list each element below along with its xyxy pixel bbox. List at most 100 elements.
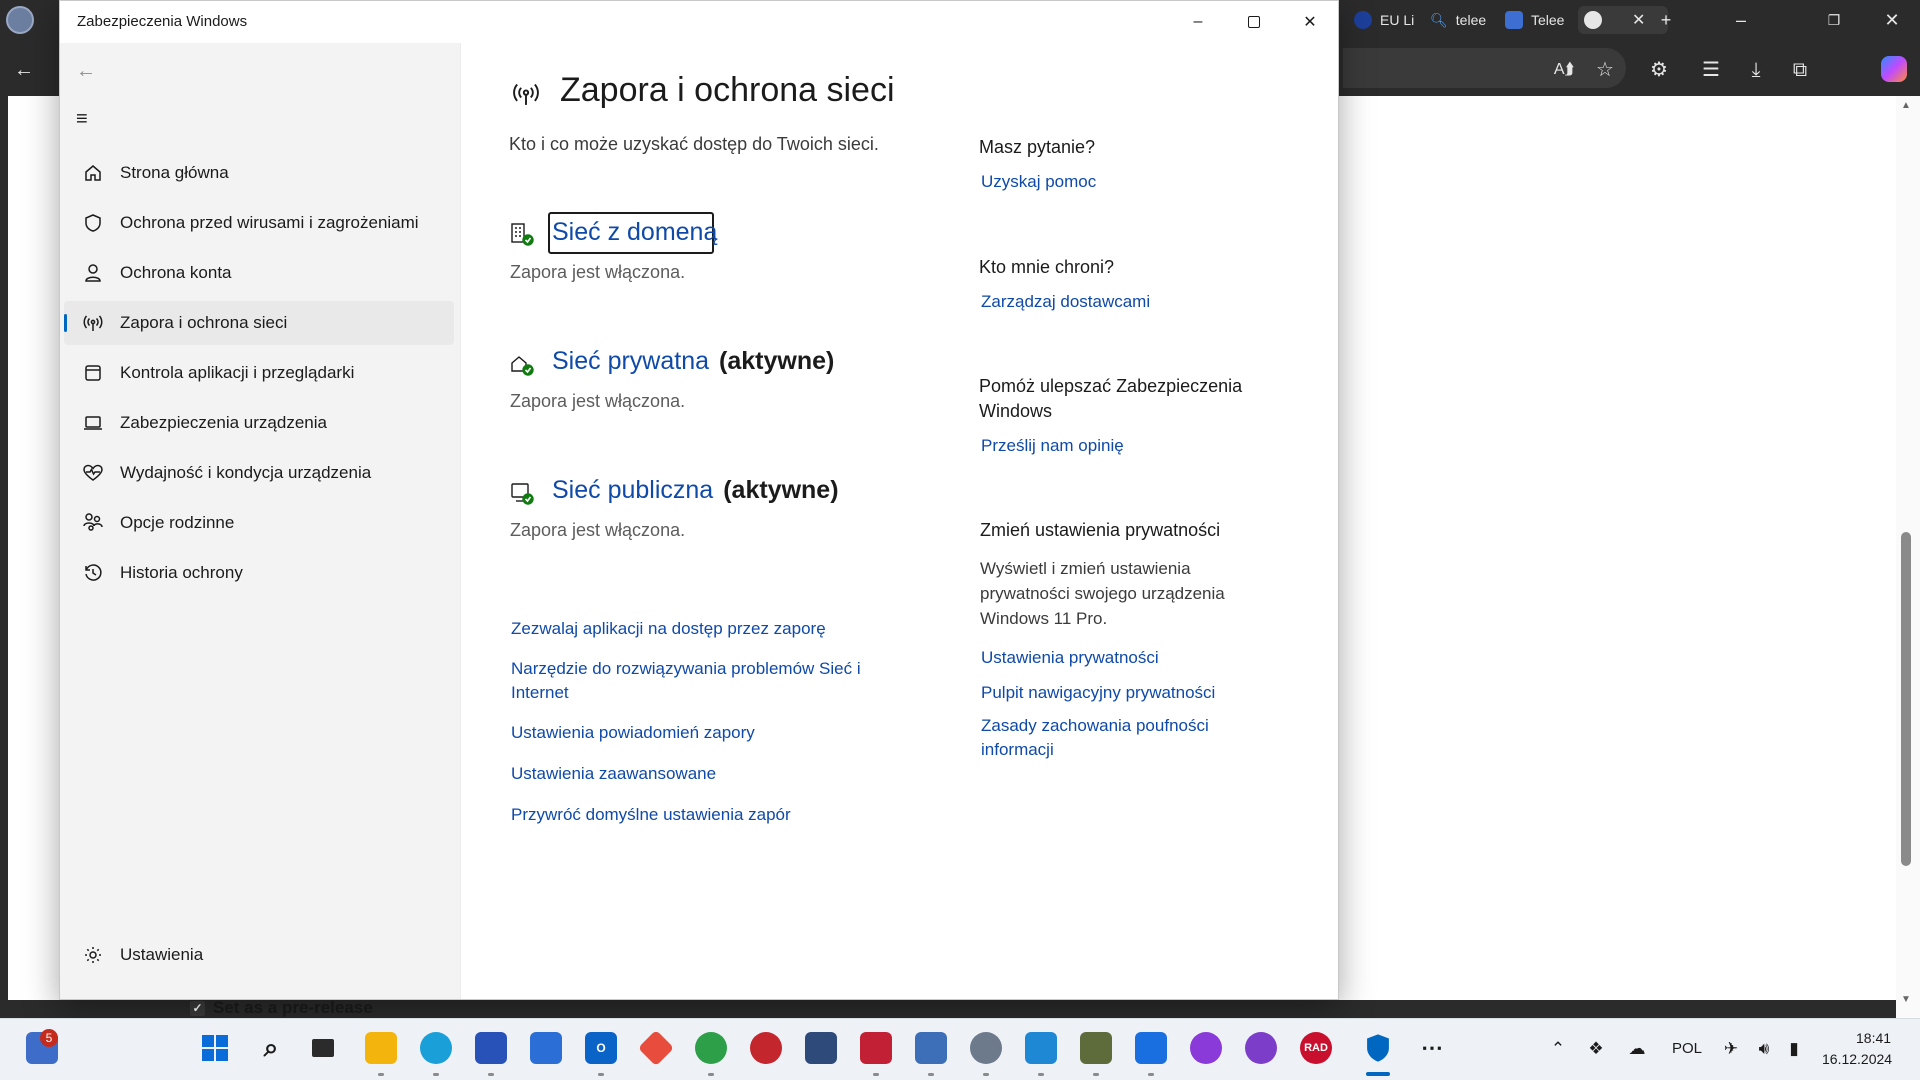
sidebar-item-settings[interactable]: Ustawienia [64, 933, 454, 977]
window-maximize-icon[interactable] [1226, 1, 1282, 43]
sidebar-item-firewall[interactable]: Zapora i ochrona sieci [64, 301, 454, 345]
domain-network-link[interactable]: Sieć z domeną [552, 218, 717, 247]
advanced-settings-link[interactable]: Ustawienia zaawansowane [511, 762, 891, 786]
clock-date[interactable]: 16.12.2024 [1822, 1051, 1892, 1067]
dropbox-tray-icon[interactable]: ❖ [1585, 1038, 1607, 1060]
github-desktop-icon[interactable] [1245, 1032, 1277, 1064]
sidebar-item-device-performance[interactable]: Wydajność i kondycja urządzenia [64, 451, 454, 495]
airplane-mode-icon[interactable]: ✈ [1720, 1038, 1742, 1060]
manage-providers-link[interactable]: Zarządzaj dostawcami [981, 290, 1150, 314]
outlook-icon[interactable]: O [585, 1032, 617, 1064]
file-explorer-icon[interactable] [365, 1032, 397, 1064]
collections-icon[interactable]: ⧉ [1786, 56, 1814, 84]
sidebar-item-protection-history[interactable]: Historia ochrony [64, 551, 454, 595]
sidebar-item-home[interactable]: Strona główna [64, 151, 454, 195]
onedrive-icon[interactable]: ☁ [1626, 1038, 1648, 1060]
antenna-icon [81, 311, 105, 335]
privacy-settings-link[interactable]: Ustawienia prywatności [981, 646, 1159, 670]
allow-app-through-firewall-link[interactable]: Zezwalaj aplikacji na dostęp przez zapor… [511, 617, 891, 641]
privacy-statement-link[interactable]: Zasady zachowania poufności informacji [981, 714, 1241, 762]
store-icon[interactable] [530, 1032, 562, 1064]
close-icon[interactable]: ✕ [1880, 8, 1904, 32]
restore-icon[interactable]: ❐ [1822, 8, 1846, 32]
language-indicator[interactable]: POL [1672, 1040, 1702, 1057]
copilot-icon[interactable] [1880, 56, 1908, 84]
extensions-icon[interactable]: ⚙ [1645, 56, 1673, 84]
edge-icon[interactable] [420, 1032, 452, 1064]
improve-heading: Pomóż ulepszać Zabezpieczenia Windows [979, 376, 1243, 421]
prerelease-checkbox[interactable]: ✓ Set as a pre-release [190, 998, 373, 1018]
back-arrow-icon[interactable]: ← [10, 56, 38, 84]
windows-security-icon[interactable] [1362, 1032, 1394, 1064]
settings-app-icon[interactable] [970, 1032, 1002, 1064]
tor-icon[interactable] [1190, 1032, 1222, 1064]
private-network-status: Zapora jest włączona. [510, 391, 686, 411]
network-troubleshooter-link[interactable]: Narzędzie do rozwiązywania problemów Sie… [511, 657, 891, 705]
dropbox-icon[interactable] [1135, 1032, 1167, 1064]
gear-icon [81, 943, 105, 967]
browser-tab[interactable]: EU Li [1354, 6, 1420, 34]
sidebar-item-virus-protection[interactable]: Ochrona przed wirusami i zagrożeniami [64, 201, 454, 245]
privacy-dashboard-link[interactable]: Pulpit nawigacyjny prywatności [981, 681, 1215, 705]
clock-time[interactable]: 18:41 [1856, 1030, 1891, 1046]
window-close-icon[interactable]: ✕ [1282, 1, 1338, 43]
scroll-up-icon[interactable]: ▲ [1898, 100, 1914, 116]
private-network-link[interactable]: Sieć prywatna (aktywne) [552, 347, 834, 376]
browser-tab[interactable]: Telee [1505, 6, 1571, 34]
read-aloud-icon[interactable]: A⮭ [1550, 56, 1578, 84]
red-app-icon[interactable] [750, 1032, 782, 1064]
hamburger-menu-icon[interactable]: ≡ [76, 107, 108, 131]
question-heading: Masz pytanie? [979, 137, 1096, 157]
address-bar[interactable] [1343, 48, 1626, 88]
public-network-link[interactable]: Sieć publiczna (aktywne) [552, 476, 839, 505]
privacy-description: Wyświetl i zmień ustawienia prywatności … [980, 559, 1225, 628]
public-network-status: Zapora jest włączona. [510, 520, 686, 540]
back-button-icon[interactable]: ← [76, 59, 108, 83]
browser-frame-left [0, 96, 8, 1018]
running-indicator [708, 1073, 714, 1076]
browser-tab[interactable]: 🔍︎ telee [1430, 6, 1490, 34]
sidebar-item-account-protection[interactable]: Ochrona konta [64, 251, 454, 295]
battery-icon[interactable]: ▮ [1783, 1038, 1805, 1060]
running-indicator [433, 1073, 439, 1076]
profile-avatar[interactable] [6, 6, 34, 34]
rad-app-icon[interactable]: RAD [1300, 1032, 1332, 1064]
downloads-icon[interactable]: ⤓ [1742, 56, 1770, 84]
tools-app-icon[interactable] [1080, 1032, 1112, 1064]
window-minimize-icon[interactable]: – [1170, 1, 1226, 43]
github-favicon-icon [1584, 11, 1602, 29]
vscode-icon[interactable] [1025, 1032, 1057, 1064]
favorite-star-icon[interactable]: ☆ [1591, 56, 1619, 84]
start-icon[interactable] [199, 1032, 231, 1064]
security-window: Zabezpieczenia Windows – ✕ ← ≡ Strona gł… [59, 0, 1339, 1000]
favorites-icon[interactable]: ☰ [1697, 56, 1725, 84]
virtualbox-icon[interactable] [805, 1032, 837, 1064]
scrollbar-thumb[interactable] [1901, 532, 1911, 866]
active-indicator [64, 314, 67, 332]
network-app-icon[interactable] [915, 1032, 947, 1064]
save-disk-app-icon[interactable] [475, 1032, 507, 1064]
volume-icon[interactable]: 🔊︎ [1753, 1038, 1775, 1060]
new-tab-icon[interactable]: + [1654, 8, 1678, 32]
person-icon [81, 261, 105, 285]
tab-favicon-icon [1505, 11, 1523, 29]
sidebar-item-family-options[interactable]: Opcje rodzinne [64, 501, 454, 545]
sidebar-item-device-security[interactable]: Zabezpieczenia urządzenia [64, 401, 454, 445]
more-apps-icon[interactable]: ⋯ [1416, 1032, 1448, 1064]
scroll-down-icon[interactable]: ▼ [1898, 994, 1914, 1010]
firewall-notification-settings-link[interactable]: Ustawienia powiadomień zapory [511, 721, 891, 745]
checkbox-check-icon[interactable]: ✓ [190, 1000, 205, 1016]
search-icon[interactable]: ⌕ [255, 1032, 287, 1064]
running-indicator [598, 1073, 604, 1076]
chevron-up-icon[interactable]: ⌃ [1547, 1038, 1569, 1060]
get-help-link[interactable]: Uzyskaj pomoc [981, 170, 1096, 194]
sidebar-item-app-browser-control[interactable]: Kontrola aplikacji i przeglądarki [64, 351, 454, 395]
close-tab-icon[interactable]: ✕ [1632, 10, 1645, 30]
restore-firewall-defaults-link[interactable]: Przywróć domyślne ustawienia zapór [511, 803, 891, 827]
running-indicator [928, 1073, 934, 1076]
task-view-icon[interactable] [307, 1032, 339, 1064]
send-feedback-link[interactable]: Prześlij nam opinię [981, 434, 1124, 458]
globe-app-icon[interactable] [695, 1032, 727, 1064]
cherry-app-icon[interactable] [860, 1032, 892, 1064]
minimize-icon[interactable]: – [1729, 8, 1753, 32]
